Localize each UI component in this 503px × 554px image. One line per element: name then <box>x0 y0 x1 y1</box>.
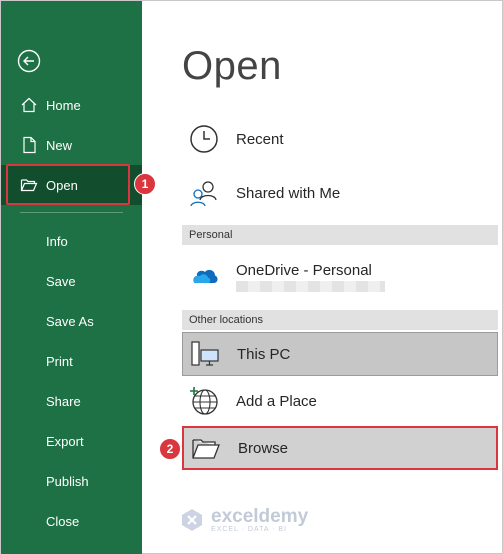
watermark: exceldemy EXCEL · DATA · BI <box>179 506 308 533</box>
location-label: Browse <box>238 439 289 457</box>
sidebar-item-print[interactable]: Print <box>1 341 142 381</box>
sidebar-item-label: Publish <box>46 473 89 489</box>
home-icon <box>21 97 37 113</box>
location-shared-with-me[interactable]: Shared with Me <box>182 171 498 215</box>
computer-icon <box>191 341 219 366</box>
sidebar-item-publish[interactable]: Publish <box>1 461 142 501</box>
location-add-a-place[interactable]: Add a Place <box>182 379 498 423</box>
step-1-highlight <box>6 164 130 205</box>
shared-people-icon <box>190 181 217 207</box>
new-document-icon <box>23 136 36 154</box>
exceldemy-logo-icon <box>182 508 202 531</box>
sidebar-item-save-as[interactable]: Save As <box>1 301 142 341</box>
globe-add-icon <box>190 387 218 415</box>
sidebar-item-share[interactable]: Share <box>1 381 142 421</box>
backstage-sidebar: Home New Open Info Save Save As Print Sh… <box>1 1 142 554</box>
location-label: Recent <box>236 130 284 148</box>
location-this-pc[interactable]: This PC <box>182 332 498 376</box>
sidebar-item-label: Close <box>46 513 80 529</box>
sidebar-item-label: Print <box>46 353 73 369</box>
sidebar-divider <box>20 212 123 213</box>
sidebar-item-label: New <box>46 137 73 153</box>
back-arrow-icon[interactable] <box>17 49 41 73</box>
sidebar-item-label: Save As <box>46 313 94 329</box>
page-title: Open <box>182 44 282 88</box>
watermark-name: exceldemy <box>211 506 309 527</box>
sidebar-item-label: Home <box>46 97 81 113</box>
clock-icon <box>190 125 218 153</box>
browse-folder-icon <box>192 439 220 459</box>
section-header-personal: Personal <box>182 225 498 245</box>
location-browse[interactable]: Browse <box>182 426 498 470</box>
sidebar-item-new[interactable]: New <box>1 125 142 165</box>
step-2-marker: 2 <box>159 438 181 460</box>
location-recent[interactable]: Recent <box>182 117 498 161</box>
sidebar-item-export[interactable]: Export <box>1 421 142 461</box>
account-email-redacted <box>236 281 385 292</box>
location-label: Add a Place <box>236 392 317 410</box>
sidebar-item-info[interactable]: Info <box>1 221 142 261</box>
sidebar-item-label: Export <box>46 433 84 449</box>
sidebar-item-save[interactable]: Save <box>1 261 142 301</box>
section-header-other-locations: Other locations <box>182 310 498 330</box>
location-label: This PC <box>237 345 291 363</box>
sidebar-item-close[interactable]: Close <box>1 501 142 541</box>
location-label: OneDrive - Personal <box>236 262 372 279</box>
sidebar-item-label: Share <box>46 393 81 409</box>
sidebar-item-label: Info <box>46 233 68 249</box>
step-1-marker: 1 <box>134 173 156 195</box>
onedrive-cloud-icon <box>193 269 218 283</box>
location-label: Shared with Me <box>236 184 341 202</box>
sidebar-item-home[interactable]: Home <box>1 85 142 125</box>
sidebar-item-label: Save <box>46 273 76 289</box>
